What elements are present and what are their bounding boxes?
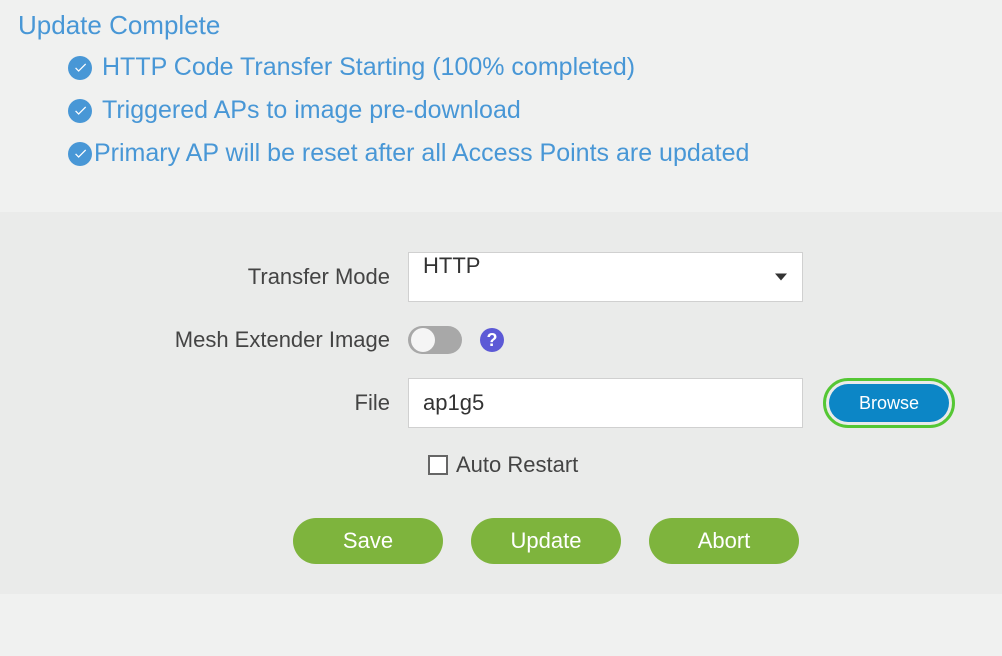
status-item: Primary AP will be reset after all Acces… <box>68 139 984 168</box>
status-text: Triggered APs to image pre-download <box>102 96 521 125</box>
help-icon[interactable]: ? <box>480 328 504 352</box>
check-circle-icon <box>68 142 92 166</box>
status-item: Triggered APs to image pre-download <box>68 96 984 125</box>
check-circle-icon <box>68 99 92 123</box>
transfer-mode-select[interactable]: HTTP <box>408 252 803 302</box>
browse-button[interactable]: Browse <box>829 384 949 422</box>
file-input[interactable] <box>408 378 803 428</box>
mesh-extender-label: Mesh Extender Image <box>20 327 408 353</box>
transfer-mode-select-wrapper: HTTP <box>408 252 803 302</box>
transfer-mode-row: Transfer Mode HTTP <box>20 252 982 302</box>
auto-restart-checkbox[interactable] <box>428 455 448 475</box>
toggle-knob <box>411 328 435 352</box>
file-row: File Browse <box>20 378 982 428</box>
status-item: HTTP Code Transfer Starting (100% comple… <box>68 53 984 82</box>
action-buttons: Save Update Abort <box>20 518 982 564</box>
check-circle-icon <box>68 56 92 80</box>
mesh-extender-toggle[interactable] <box>408 326 462 354</box>
status-text: HTTP Code Transfer Starting (100% comple… <box>102 53 635 82</box>
auto-restart-row: Auto Restart <box>428 452 982 478</box>
mesh-extender-row: Mesh Extender Image ? <box>20 326 982 354</box>
browse-highlight: Browse <box>823 378 955 428</box>
update-button[interactable]: Update <box>471 518 621 564</box>
status-section: Update Complete HTTP Code Transfer Start… <box>0 0 1002 212</box>
auto-restart-label: Auto Restart <box>456 452 578 478</box>
file-label: File <box>20 390 408 416</box>
form-section: Transfer Mode HTTP Mesh Extender Image ?… <box>0 212 1002 594</box>
save-button[interactable]: Save <box>293 518 443 564</box>
status-title: Update Complete <box>18 10 984 41</box>
abort-button[interactable]: Abort <box>649 518 799 564</box>
transfer-mode-label: Transfer Mode <box>20 264 408 290</box>
status-text: Primary AP will be reset after all Acces… <box>94 139 749 168</box>
